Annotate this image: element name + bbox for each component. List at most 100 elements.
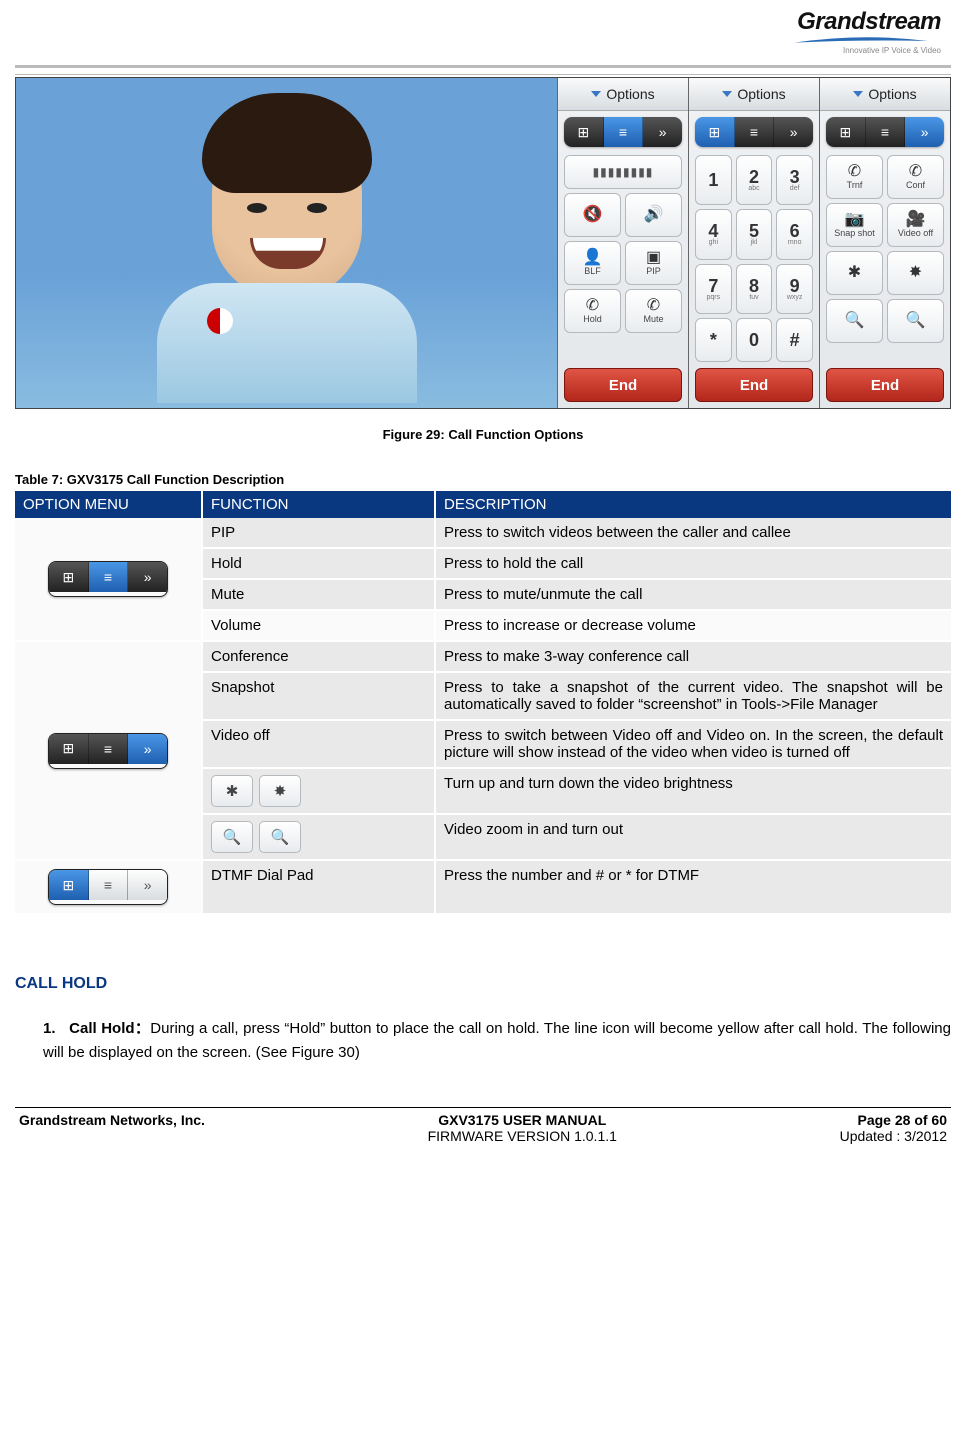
volume-down-button[interactable]: 🔇 [564,193,621,237]
conference-icon: ✆ [909,164,922,180]
page-footer: Grandstream Networks, Inc. GXV3175 USER … [15,1112,951,1152]
dialpad-letters: ghi [709,239,718,246]
end-button-1[interactable]: End [564,368,682,402]
dialpad-key-9[interactable]: 9wxyz [776,264,813,314]
table-caption: Table 7: GXV3175 Call Function Descripti… [15,472,951,487]
func-volume: Volume [202,610,435,641]
volume-slider[interactable]: ▮▮▮▮▮▮▮▮ [564,155,682,189]
person-icon: 👤 [583,250,603,266]
brightness-low-icon: ✱ [848,265,861,281]
volume-up-button[interactable]: 🔊 [625,193,682,237]
segment-dialpad[interactable]: ⊞ [564,117,604,147]
zoom-in-icon: 🔍 [271,828,290,846]
brightness-high-button[interactable]: ✸ [259,775,301,807]
end-button-3[interactable]: End [826,368,944,402]
more-icon: » [144,741,152,757]
list-icon: ≡ [750,124,758,140]
dialpad-digit: 4 [708,222,718,240]
end-button-2[interactable]: End [695,368,813,402]
footer-page: Page 28 of 60 [858,1112,948,1128]
segment-dialpad[interactable]: ⊞ [826,117,866,147]
blf-button[interactable]: 👤BLF [564,241,621,285]
dialpad-letters: mno [788,239,802,246]
option-menu-cell-1: ⊞ ≡ » [15,518,202,641]
segment-more[interactable]: » [774,117,813,147]
dialpad-key-6[interactable]: 6mno [776,209,813,259]
hold-button[interactable]: ✆Hold [564,289,621,333]
segment-more[interactable]: » [905,117,944,147]
dialpad-key-*[interactable]: * [695,318,732,362]
dialpad-key-0[interactable]: 0 [736,318,773,362]
dialpad-letters: tuv [749,294,758,301]
zoom-in-button[interactable]: 🔍 [259,821,301,853]
segment-more-icon: » [128,734,167,764]
zoom-in-button[interactable]: 🔍 [887,299,944,343]
panel2-segmented: ⊞ ≡ » [695,117,813,147]
dialpad-icon: ⊞ [62,569,74,586]
panel3-segmented: ⊞ ≡ » [826,117,944,147]
func-snapshot: Snapshot [202,672,435,720]
options-panel-1: Options ⊞ ≡ » ▮▮▮▮▮▮▮▮ 🔇 🔊 👤BLF ▣PIP ✆Ho… [557,78,688,408]
trnf-label: Trnf [847,180,863,190]
segment-dialpad[interactable]: ⊞ [695,117,735,147]
options-header-3[interactable]: Options [820,78,950,111]
dialpad-digit: * [710,331,717,349]
dialpad: 12abc3def4ghi5jkl6mno7pqrs8tuv9wxyz*0# [689,153,819,368]
brightness-low-button[interactable]: ✱ [211,775,253,807]
video-area [16,78,557,408]
chevron-down-icon [722,91,732,97]
segment-list[interactable]: ≡ [866,117,906,147]
func-zoom: 🔍 🔍 [202,814,435,860]
segment-list[interactable]: ≡ [604,117,644,147]
dialpad-key-2[interactable]: 2abc [736,155,773,205]
snapshot-button[interactable]: 📷Snap shot [826,203,883,247]
page-header: Grandstream Innovative IP Voice & Video [15,10,951,65]
video-off-icon: 🎥 [906,212,926,228]
footer-center: GXV3175 USER MANUAL FIRMWARE VERSION 1.0… [428,1112,617,1144]
conference-button[interactable]: ✆Conf [887,155,944,199]
call-function-table: OPTION MENU FUNCTION DESCRIPTION ⊞ ≡ » P… [15,491,951,915]
desc-videooff: Press to switch between Video off and Vi… [435,720,951,768]
figure-call-function-options: Options ⊞ ≡ » ▮▮▮▮▮▮▮▮ 🔇 🔊 👤BLF ▣PIP ✆Ho… [15,77,951,409]
segment-list[interactable]: ≡ [735,117,775,147]
brightness-down-button[interactable]: ✱ [826,251,883,295]
conf-label: Conf [906,180,925,190]
slider-icon: ▮▮▮▮▮▮▮▮ [593,166,654,178]
dialpad-key-5[interactable]: 5jkl [736,209,773,259]
dialpad-key-#[interactable]: # [776,318,813,362]
mute-button[interactable]: ✆Mute [625,289,682,333]
option-menu-cell-3: ⊞ ≡ » [15,860,202,914]
dialpad-key-8[interactable]: 8tuv [736,264,773,314]
dialpad-key-1[interactable]: 1 [695,155,732,205]
end-label: End [740,377,768,394]
dialpad-digit: 6 [790,222,800,240]
panel1-grid: 🔇 🔊 👤BLF ▣PIP ✆Hold ✆Mute [558,191,688,368]
options-header-2[interactable]: Options [689,78,819,111]
dialpad-digit: 9 [790,277,800,295]
zoom-out-button[interactable]: 🔍 [826,299,883,343]
list-icon: ≡ [881,124,889,140]
segment-more[interactable]: » [643,117,682,147]
segment-dialpad-icon: ⊞ [49,562,89,592]
dialpad-digit: 7 [708,277,718,295]
vidoff-label: Video off [898,228,933,238]
options-header[interactable]: Options [558,78,688,111]
end-label: End [609,377,637,394]
dialpad-digit: 8 [749,277,759,295]
pip-button[interactable]: ▣PIP [625,241,682,285]
more-icon: » [144,877,152,893]
dialpad-key-7[interactable]: 7pqrs [695,264,732,314]
desc-brightness: Turn up and turn down the video brightne… [435,768,951,814]
video-off-button[interactable]: 🎥Video off [887,203,944,247]
options-panel-2: Options ⊞ ≡ » 12abc3def4ghi5jkl6mno7pqrs… [688,78,819,408]
dialpad-icon: ⊞ [708,124,720,141]
call-hold-paragraph: 1. Call Hold：During a call, press “Hold”… [43,1017,951,1065]
dialpad-digit: 1 [708,171,718,189]
zoom-out-button[interactable]: 🔍 [211,821,253,853]
segment-list-icon: ≡ [89,870,129,900]
pip-icon: ▣ [646,250,661,266]
transfer-button[interactable]: ✆Trnf [826,155,883,199]
dialpad-key-3[interactable]: 3def [776,155,813,205]
dialpad-key-4[interactable]: 4ghi [695,209,732,259]
brightness-up-button[interactable]: ✸ [887,251,944,295]
